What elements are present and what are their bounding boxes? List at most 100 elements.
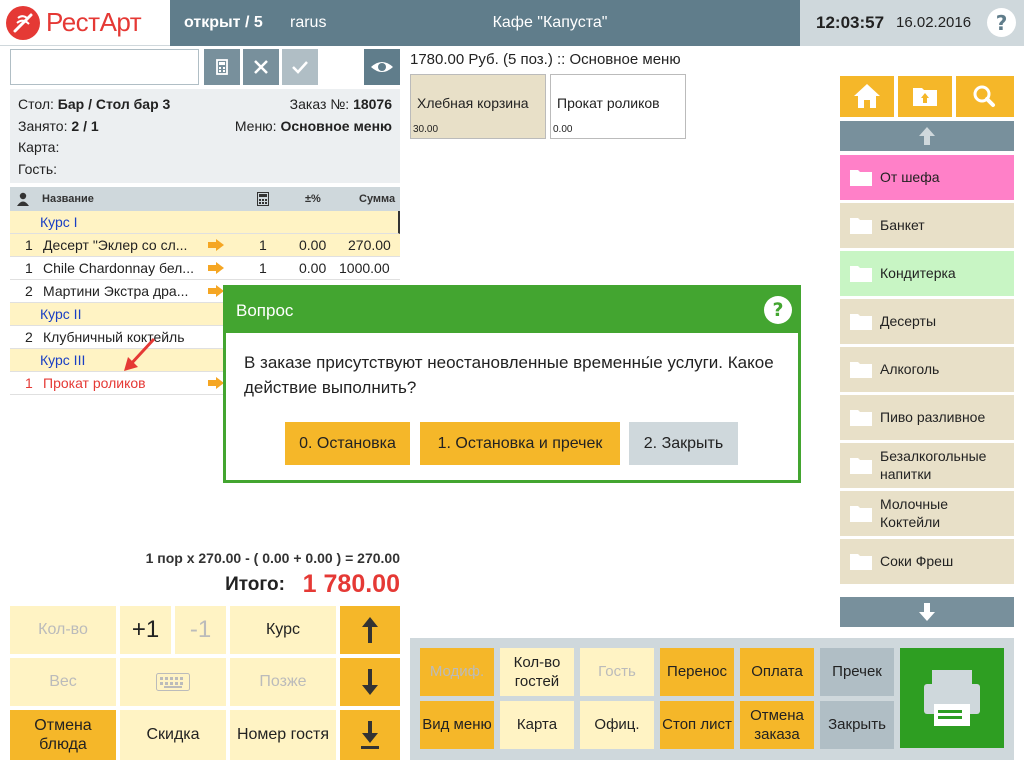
precheck-button[interactable]: Пречек [820, 648, 894, 696]
category-item[interactable]: Банкет [840, 203, 1014, 248]
menu-value: Основное меню [280, 118, 392, 134]
guest-label: Гость: [18, 161, 58, 177]
home-button[interactable] [840, 76, 894, 117]
confirm-button[interactable] [282, 49, 318, 85]
col-discount: ±% [305, 193, 321, 205]
later-button[interactable]: Позже [230, 658, 336, 706]
calculator-icon [216, 59, 228, 75]
stop-precheck-button[interactable]: 1. Остановка и пречек [420, 422, 620, 465]
cancel-order-button[interactable]: Отмена заказа [740, 701, 814, 749]
qty-button[interactable]: Кол-во [10, 606, 116, 654]
table-row[interactable]: 1 Десерт "Эклер со сл... 1 0.00 270.00 [10, 234, 400, 257]
clock-time: 12:03:57 [816, 13, 885, 32]
folder-up-button[interactable] [898, 76, 952, 117]
stop-button[interactable]: 0. Остановка [285, 422, 410, 465]
menu-label: Меню: [234, 118, 277, 134]
folder-icon [850, 410, 872, 426]
clock-area: 12:03:57 16.02.2016 ? [800, 0, 1024, 46]
keyboard-button[interactable] [120, 658, 226, 706]
search-icon [973, 85, 995, 107]
modifier-button[interactable]: Модиф. [420, 648, 494, 696]
card-button[interactable]: Карта [500, 701, 574, 749]
category-item[interactable]: Кондитерка [840, 251, 1014, 296]
dialog-message: В заказе присутствуют неостановленные вр… [244, 353, 774, 397]
total-label: Итого: [225, 574, 285, 595]
calculator-button[interactable] [204, 49, 240, 85]
printer-icon [924, 670, 980, 726]
guest-number-button[interactable]: Номер гостя [230, 710, 336, 760]
arrow-up-icon [919, 127, 935, 145]
guest-button[interactable]: Гость [580, 648, 654, 696]
menu-item-tile[interactable]: Хлебная корзина 30.00 [410, 74, 546, 139]
home-icon [854, 84, 880, 108]
stop-list-button[interactable]: Стоп лист [660, 701, 734, 749]
view-button[interactable] [364, 49, 400, 85]
occupied-value: 2 / 1 [71, 118, 99, 134]
arrow-to-bottom-icon [361, 721, 379, 749]
plus-one-button[interactable]: +1 [120, 606, 171, 654]
menu-item-tile[interactable]: Прокат роликов 0.00 [550, 74, 686, 139]
category-item[interactable]: Десерты [840, 299, 1014, 344]
search-button[interactable] [956, 76, 1014, 117]
cancel-dish-button[interactable]: Отмена блюда [10, 710, 116, 760]
print-button[interactable] [900, 648, 1004, 748]
dialog-close-button[interactable]: 2. Закрыть [629, 422, 738, 465]
col-sum: Сумма [359, 193, 396, 205]
folder-icon [850, 554, 872, 570]
course-row[interactable]: Курс I [10, 211, 400, 234]
user-name: rarus [290, 14, 327, 31]
weight-button[interactable]: Вес [10, 658, 116, 706]
category-item[interactable]: Молочные Коктейли [840, 491, 1014, 536]
scroll-up-button[interactable] [840, 121, 1014, 151]
occupied-label: Занято: [18, 118, 68, 134]
calc-line: 1 пор x 270.00 - ( 0.00 + 0.00 ) = 270.0… [145, 550, 400, 566]
waiter-button[interactable]: Офиц. [580, 701, 654, 749]
eye-icon [371, 62, 393, 72]
top-bar: РестАрт открыт / 5 rarus Кафе "Капуста" … [0, 0, 1024, 46]
guest-count-button[interactable]: Кол-во гостей [500, 648, 574, 696]
minus-one-button[interactable]: -1 [175, 606, 226, 654]
scroll-down-button[interactable] [840, 597, 1014, 627]
total-value: 1 780.00 [302, 570, 400, 598]
category-item[interactable]: От шефа [840, 155, 1014, 200]
folder-icon [850, 362, 872, 378]
move-down-button[interactable] [340, 658, 400, 706]
folder-icon [850, 458, 872, 474]
dialog-title: Вопрос [236, 301, 294, 320]
payment-button[interactable]: Оплата [740, 648, 814, 696]
arrow-down-icon [362, 669, 378, 695]
help-icon[interactable]: ? [764, 296, 792, 324]
course-button[interactable]: Курс [230, 606, 336, 654]
move-up-button[interactable] [340, 606, 400, 654]
arrow-right-icon[interactable] [208, 377, 224, 389]
pointer-arrow-icon [124, 337, 156, 371]
view-menu-button[interactable]: Вид меню [420, 701, 494, 749]
folder-icon [850, 170, 872, 186]
folder-icon [850, 218, 872, 234]
arrow-right-icon[interactable] [208, 262, 224, 274]
col-name: Название [42, 193, 94, 205]
arrow-right-icon[interactable] [208, 239, 224, 251]
clear-button[interactable] [243, 49, 279, 85]
category-item[interactable]: Соки Фреш [840, 539, 1014, 584]
close-order-button[interactable]: Закрыть [820, 701, 894, 749]
transfer-button[interactable]: Перенос [660, 648, 734, 696]
move-bottom-button[interactable] [340, 710, 400, 760]
order-status: открыт / 5 [184, 14, 263, 31]
folder-icon [913, 88, 937, 106]
category-item[interactable]: Безалкогольные напитки [840, 443, 1014, 488]
logo: РестАрт [0, 0, 170, 46]
category-item[interactable]: Алкоголь [840, 347, 1014, 392]
arrow-right-icon[interactable] [208, 285, 224, 297]
logo-text: РестАрт [46, 7, 142, 37]
dialog-header: Вопрос ? [226, 288, 798, 333]
order-label: Заказ №: [289, 96, 350, 112]
help-icon[interactable]: ? [987, 8, 1016, 37]
person-icon [17, 192, 29, 206]
folder-icon [850, 266, 872, 282]
table-row[interactable]: 1 Chile Chardonnay бел... 1 0.00 1000.00 [10, 257, 400, 280]
folder-icon [850, 314, 872, 330]
category-item[interactable]: Пиво разливное [840, 395, 1014, 440]
search-input[interactable] [10, 49, 199, 85]
discount-button[interactable]: Скидка [120, 710, 226, 760]
